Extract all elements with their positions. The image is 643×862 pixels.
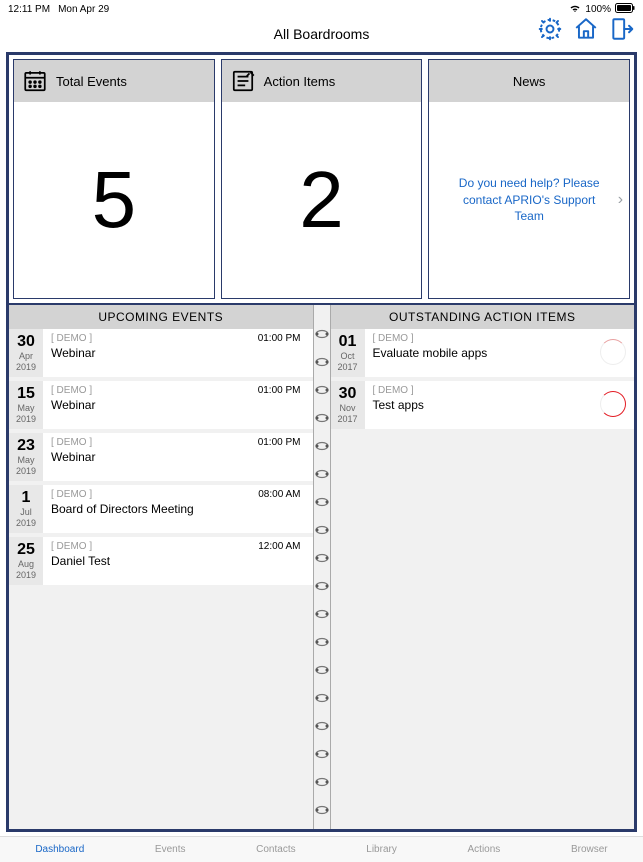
date-day: 30 [331,385,365,403]
date-month: Jul [9,507,43,518]
date-year: 2017 [331,414,365,425]
total-events-value: 5 [92,154,137,246]
date-block: 1Jul2019 [9,485,43,533]
date-day: 15 [9,385,43,403]
event-item[interactable]: 15May2019[ DEMO ]Webinar01:00 PM [9,381,313,429]
news-card[interactable]: News Do you need help? Please contact AP… [428,59,630,299]
item-time: 01:00 PM [258,333,301,344]
date-month: May [9,403,43,414]
tab-browser[interactable]: Browser [571,844,608,855]
date-month: Apr [9,351,43,362]
item-title: Webinar [51,346,305,360]
spiral-binding [313,305,331,829]
status-time: 12:11 PM [8,4,50,15]
action-item[interactable]: 01Oct2017 [ DEMO ] Evaluate mobile apps [331,329,635,377]
item-time: 01:00 PM [258,385,301,396]
logout-icon[interactable] [609,16,635,45]
date-day: 23 [9,437,43,455]
battery-icon [615,3,635,16]
tab-events[interactable]: Events [155,844,186,855]
date-block: 30Nov2017 [331,381,365,429]
progress-badge [600,391,626,417]
chevron-right-icon[interactable]: › [618,191,623,209]
event-item[interactable]: 23May2019[ DEMO ]Webinar01:00 PM [9,433,313,481]
calendar-icon [22,68,48,94]
item-content: [ DEMO ]Webinar01:00 PM [43,433,313,481]
item-title: Daniel Test [51,554,305,568]
item-title: Webinar [51,398,305,412]
item-content: [ DEMO ] Test apps [365,381,635,429]
date-day: 01 [331,333,365,351]
date-block: 25Aug2019 [9,537,43,585]
event-item[interactable]: 30Apr2019[ DEMO ]Webinar01:00 PM [9,329,313,377]
upcoming-events-heading: UPCOMING EVENTS [9,305,313,329]
outstanding-actions-column: OUTSTANDING ACTION ITEMS 01Oct2017[ DEMO… [331,305,635,829]
date-day: 25 [9,541,43,559]
item-title: Evaluate mobile apps [373,346,591,360]
date-year: 2019 [9,518,43,529]
outstanding-actions-heading: OUTSTANDING ACTION ITEMS [331,305,635,329]
item-title: Webinar [51,450,305,464]
action-items-card[interactable]: Action Items 2 [221,59,423,299]
event-item[interactable]: 25Aug2019[ DEMO ]Daniel Test12:00 AM [9,537,313,585]
date-block: 23May2019 [9,433,43,481]
date-year: 2019 [9,570,43,581]
date-block: 01Oct2017 [331,329,365,377]
date-month: Aug [9,559,43,570]
date-year: 2019 [9,466,43,477]
action-item[interactable]: 30Nov2017 [ DEMO ] Test apps [331,381,635,429]
home-icon[interactable] [573,16,599,45]
total-events-label: Total Events [56,74,127,89]
date-block: 30Apr2019 [9,329,43,377]
news-text: Do you need help? Please contact APRIO's… [429,175,629,225]
tab-contacts[interactable]: Contacts [256,844,295,855]
item-content: [ DEMO ]Webinar01:00 PM [43,329,313,377]
item-time: 01:00 PM [258,437,301,448]
date-day: 30 [9,333,43,351]
status-date: Mon Apr 29 [58,4,109,15]
app-header: All Boardrooms [0,18,643,50]
item-time: 12:00 AM [258,541,300,552]
date-year: 2019 [9,414,43,425]
cards-row: Total Events 5 Action Items 2 News Do yo… [9,55,634,303]
upcoming-events-column: UPCOMING EVENTS 30Apr2019[ DEMO ]Webinar… [9,305,313,829]
settings-icon[interactable] [537,16,563,45]
item-tag: [ DEMO ] [373,333,591,344]
outstanding-actions-list[interactable]: 01Oct2017[ DEMO ]Evaluate mobile apps30N… [331,329,635,829]
tab-actions[interactable]: Actions [468,844,501,855]
dashboard-container: Total Events 5 Action Items 2 News Do yo… [6,52,637,832]
date-month: Nov [331,403,365,414]
page-title: All Boardrooms [274,26,370,42]
progress-badge [600,339,626,365]
item-time: 08:00 AM [258,489,300,500]
news-label: News [513,74,546,89]
action-items-label: Action Items [264,74,336,89]
status-battery-pct: 100% [585,4,611,15]
item-content: [ DEMO ]Board of Directors Meeting08:00 … [43,485,313,533]
event-item[interactable]: 1Jul2019[ DEMO ]Board of Directors Meeti… [9,485,313,533]
item-title: Test apps [373,398,591,412]
item-content: [ DEMO ]Daniel Test12:00 AM [43,537,313,585]
tab-bar: Dashboard Events Contacts Library Actions Bro… [0,836,643,862]
date-year: 2019 [9,362,43,373]
date-month: May [9,455,43,466]
action-items-value: 2 [299,154,344,246]
item-title: Board of Directors Meeting [51,502,305,516]
tab-dashboard[interactable]: Dashboard [35,844,84,855]
date-year: 2017 [331,362,365,373]
upcoming-events-list[interactable]: 30Apr2019[ DEMO ]Webinar01:00 PM15May201… [9,329,313,829]
wifi-icon [569,3,581,16]
date-block: 15May2019 [9,381,43,429]
checklist-icon [230,68,256,94]
item-content: [ DEMO ]Webinar01:00 PM [43,381,313,429]
date-day: 1 [9,489,43,507]
item-content: [ DEMO ] Evaluate mobile apps [365,329,635,377]
bottom-panel: UPCOMING EVENTS 30Apr2019[ DEMO ]Webinar… [9,303,634,829]
date-month: Oct [331,351,365,362]
total-events-card[interactable]: Total Events 5 [13,59,215,299]
item-tag: [ DEMO ] [373,385,591,396]
tab-library[interactable]: Library [366,844,397,855]
